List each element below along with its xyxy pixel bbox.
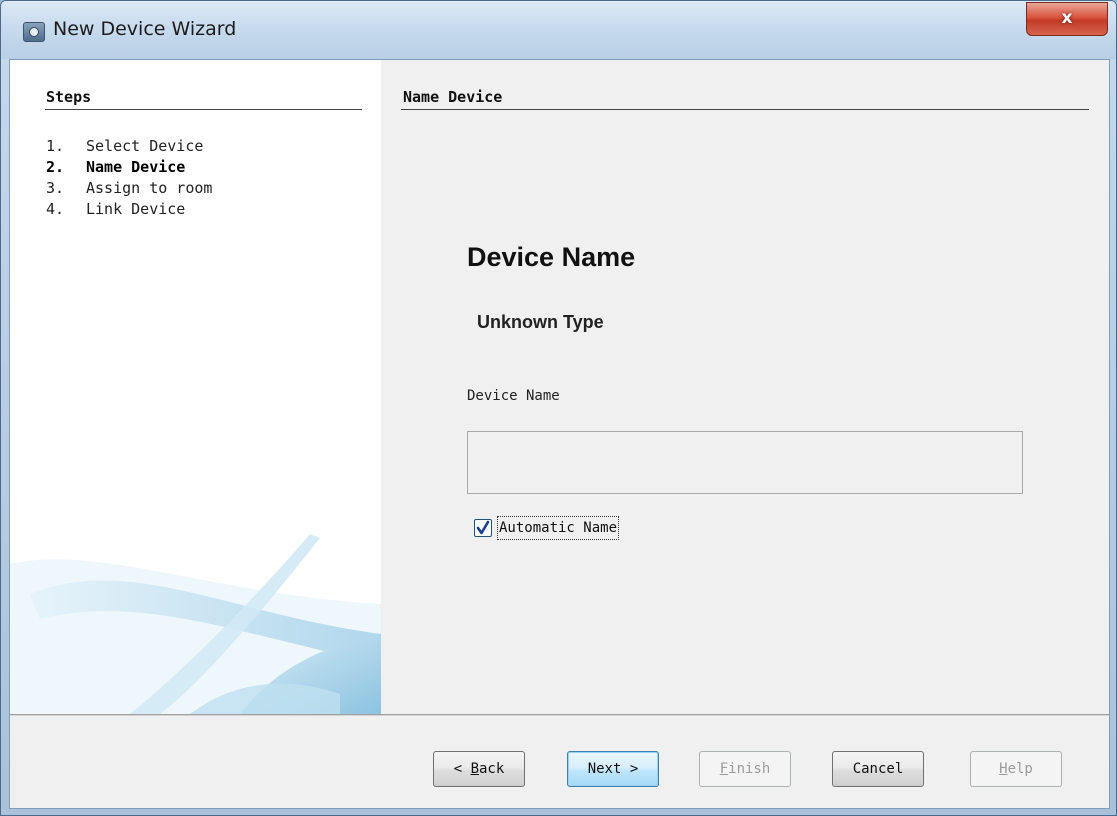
step-item-active: 2. Name Device (46, 158, 186, 176)
close-icon: x (1061, 8, 1073, 28)
wizard-body: Steps 1. Select Device 2. Name Device 3. As… (9, 59, 1110, 809)
finish-button[interactable]: Finish (699, 751, 791, 787)
device-name-input[interactable] (467, 431, 1023, 494)
next-button[interactable]: Next > (567, 751, 659, 787)
wizard-window: New Device Wizard x Steps 1. Select Devic… (0, 0, 1117, 816)
header-divider (401, 109, 1089, 110)
back-button[interactable]: < Back (433, 751, 525, 787)
title-bar[interactable]: New Device Wizard x (1, 1, 1116, 59)
button-bar: < Back Next > Finish Cancel Help (10, 716, 1109, 808)
checkmark-icon (476, 520, 490, 535)
help-button[interactable]: Help (970, 751, 1062, 787)
cancel-button[interactable]: Cancel (832, 751, 924, 787)
close-button[interactable]: x (1026, 2, 1108, 36)
step-item: 4. Link Device (46, 200, 186, 218)
steps-divider (45, 109, 362, 110)
checkbox-box[interactable] (474, 519, 492, 537)
step-item: 3. Assign to room (46, 179, 213, 197)
content-panel: Name Device Device Name Unknown Type Dev… (381, 60, 1109, 714)
device-name-label: Device Name (467, 388, 560, 404)
page-header: Name Device (403, 88, 503, 106)
automatic-name-checkbox[interactable]: Automatic Name (474, 516, 620, 540)
app-icon (23, 22, 45, 42)
steps-title: Steps (46, 88, 92, 106)
window-title: New Device Wizard (53, 18, 237, 40)
step-item: 1. Select Device (46, 137, 204, 155)
decorative-swoosh-graphic (10, 534, 381, 714)
page-heading: Device Name (467, 242, 636, 272)
automatic-name-label[interactable]: Automatic Name (497, 516, 620, 540)
steps-panel: Steps 1. Select Device 2. Name Device 3. As… (10, 60, 381, 714)
steps-list: 1. Select Device 2. Name Device 3. Assign t… (46, 136, 212, 220)
device-type-label: Unknown Type (477, 312, 604, 332)
